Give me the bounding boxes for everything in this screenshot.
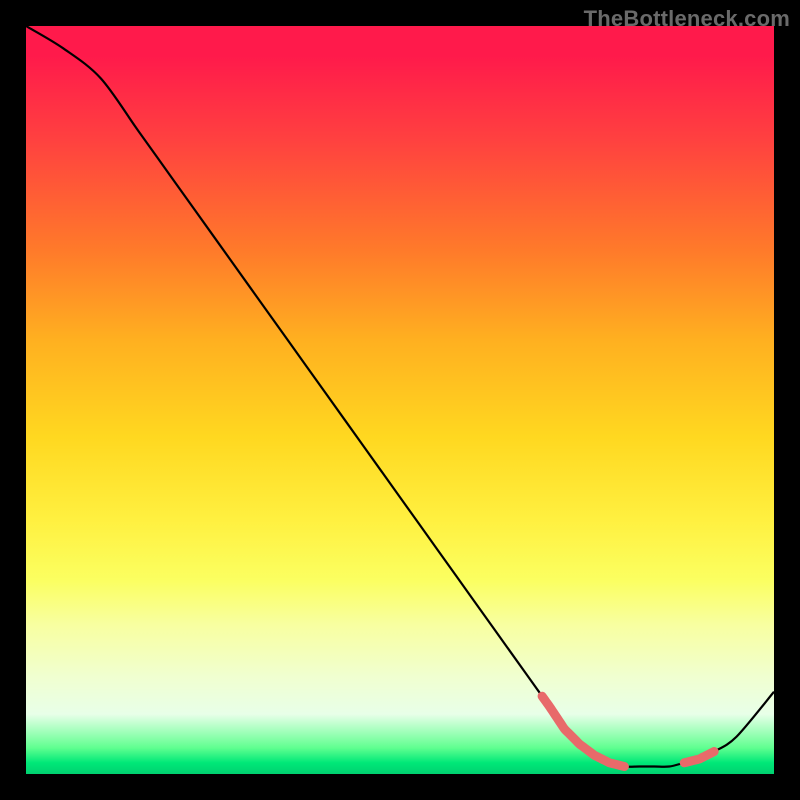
- plot-area: [26, 26, 774, 774]
- highlight-segment-2: [684, 752, 714, 763]
- highlight-segment-1: [542, 696, 624, 766]
- watermark-text: TheBottleneck.com: [584, 6, 790, 32]
- data-curve: [26, 26, 774, 767]
- chart-frame: TheBottleneck.com: [0, 0, 800, 800]
- line-plot: [26, 26, 774, 774]
